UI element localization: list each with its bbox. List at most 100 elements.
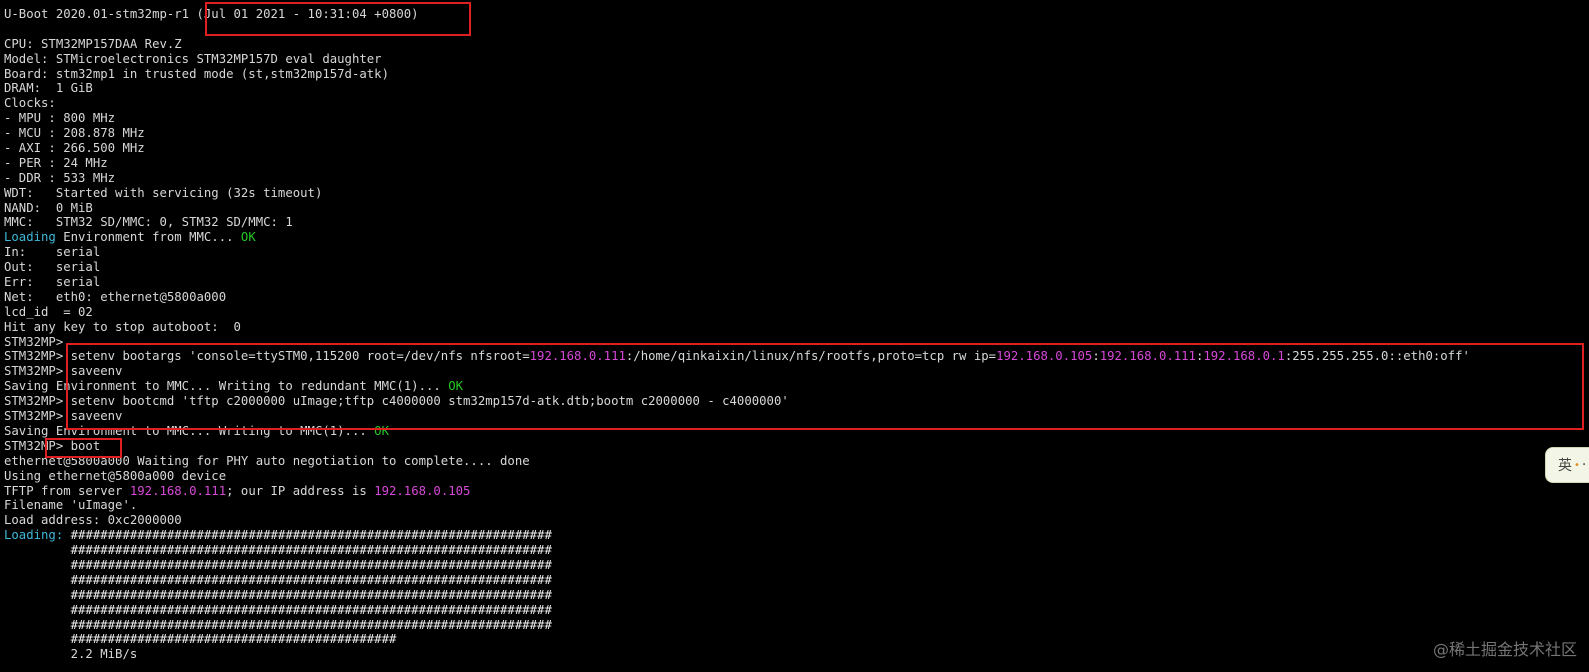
terminal-text-segment: STM32MP> <box>4 334 64 349</box>
terminal-output: U-Boot 2020.01-stm32mp-r1 (Jul 01 2021 -… <box>4 7 1589 662</box>
terminal-line: Load address: 0xc2000000 <box>4 513 1589 528</box>
terminal-text-segment: Model: STMicroelectronics STM32MP157D ev… <box>4 51 382 66</box>
terminal-line: WDT: Started with servicing (32s timeout… <box>4 186 1589 201</box>
terminal-text-segment: STM32MP> setenv bootargs 'console=ttySTM… <box>4 349 530 364</box>
terminal-text-segment: - MPU : 800 MHz <box>4 111 116 126</box>
terminal-text-segment: Environment from MMC... <box>55 230 241 245</box>
terminal-text-segment: lcd_id = 02 <box>4 304 93 319</box>
terminal-text-segment: ########################################… <box>4 617 552 632</box>
terminal-text-segment: Err: serial <box>4 275 101 290</box>
terminal-line: 2.2 MiB/s <box>4 647 1589 662</box>
terminal-text-segment: OK <box>374 423 389 438</box>
terminal-line: Clocks: <box>4 96 1589 111</box>
terminal-line: STM32MP> boot <box>4 439 1589 454</box>
terminal-line: ########################################… <box>4 603 1589 618</box>
terminal-text-segment: Loading: <box>4 528 64 543</box>
ime-dot-icon: • <box>1574 459 1580 471</box>
terminal-text-segment: Clocks: <box>4 96 56 111</box>
terminal-text-segment: TFTP from server <box>4 483 130 498</box>
terminal-text-segment: Load address: 0xc2000000 <box>4 513 182 528</box>
terminal-line: - PER : 24 MHz <box>4 156 1589 171</box>
terminal-line: NAND: 0 MiB <box>4 201 1589 216</box>
terminal-line: ethernet@5800a000 Waiting for PHY auto n… <box>4 454 1589 469</box>
terminal-line: Saving Environment to MMC... Writing to … <box>4 379 1589 394</box>
terminal-text-segment: In: serial <box>4 245 101 260</box>
terminal-line: Net: eth0: ethernet@5800a000 <box>4 290 1589 305</box>
terminal-text-segment: 192.168.0.105 <box>996 349 1093 364</box>
terminal-text-segment: 192.168.0.111 <box>1099 349 1196 364</box>
terminal-line: Saving Environment to MMC... Writing to … <box>4 424 1589 439</box>
terminal-line: - AXI : 266.500 MHz <box>4 141 1589 156</box>
terminal-line: ########################################… <box>4 558 1589 573</box>
terminal-line: Err: serial <box>4 275 1589 290</box>
terminal-line: ########################################… <box>4 632 1589 647</box>
terminal-line: Hit any key to stop autoboot: 0 <box>4 320 1589 335</box>
terminal-text-segment: STM32MP> setenv bootcmd 'tftp c2000000 u… <box>4 394 789 409</box>
terminal-text-segment: :255.255.255.0::eth0:off' <box>1284 349 1470 364</box>
terminal-line: ########################################… <box>4 573 1589 588</box>
terminal-text-segment: OK <box>448 379 464 394</box>
terminal-line: Model: STMicroelectronics STM32MP157D ev… <box>4 52 1589 67</box>
terminal-text-segment: - DDR : 533 MHz <box>4 170 116 185</box>
ime-extra-label: · <box>1581 457 1587 473</box>
terminal-text-segment: OK <box>240 230 256 245</box>
terminal-text-segment: - AXI : 266.500 MHz <box>4 141 145 156</box>
terminal-line: STM32MP> setenv bootcmd 'tftp c2000000 u… <box>4 394 1589 409</box>
watermark: @稀土掘金技术社区 <box>1432 640 1577 659</box>
terminal-text-segment: MMC: STM32 SD/MMC: 0, STM32 SD/MMC: 1 <box>4 215 293 230</box>
terminal-text-segment: Net: eth0: ethernet@5800a000 <box>4 289 227 304</box>
terminal-text-segment: - PER : 24 MHz <box>4 155 108 170</box>
terminal-line: STM32MP> saveenv <box>4 409 1589 424</box>
terminal-text-segment: 192.168.0.1 <box>1203 349 1285 364</box>
terminal-line: STM32MP> setenv bootargs 'console=ttySTM… <box>4 349 1589 364</box>
terminal-text-segment: STM32MP> boot <box>4 438 101 453</box>
terminal-line: Using ethernet@5800a000 device <box>4 469 1589 484</box>
terminal-line: Out: serial <box>4 260 1589 275</box>
terminal-text-segment: Board: stm32mp1 in trusted mode (st,stm3… <box>4 66 389 81</box>
terminal-line: lcd_id = 02 <box>4 305 1589 320</box>
terminal-text-segment: 192.168.0.111 <box>529 349 626 364</box>
terminal-text-segment: Loading <box>4 230 56 245</box>
terminal-line: Filename 'uImage'. <box>4 498 1589 513</box>
terminal-text-segment: ; our IP address is <box>226 483 375 498</box>
terminal-text-segment: WDT: Started with servicing (32s timeout… <box>4 185 323 200</box>
terminal-text-segment: ########################################… <box>4 572 552 587</box>
terminal-text-segment: DRAM: 1 GiB <box>4 81 93 96</box>
terminal-text-segment: NAND: 0 MiB <box>4 200 93 215</box>
terminal-text-segment: - MCU : 208.878 MHz <box>4 126 145 141</box>
terminal-line: ########################################… <box>4 618 1589 633</box>
terminal-line: In: serial <box>4 245 1589 260</box>
terminal-line: Board: stm32mp1 in trusted mode (st,stm3… <box>4 67 1589 82</box>
terminal-window[interactable]: U-Boot 2020.01-stm32mp-r1 (Jul 01 2021 -… <box>0 0 1589 672</box>
terminal-line: TFTP from server 192.168.0.111; our IP a… <box>4 484 1589 499</box>
terminal-line: U-Boot 2020.01-stm32mp-r1 (Jul 01 2021 -… <box>4 7 1589 22</box>
terminal-text-segment: 192.168.0.105 <box>374 483 471 498</box>
terminal-line: Loading: ###############################… <box>4 528 1589 543</box>
terminal-line: - MCU : 208.878 MHz <box>4 126 1589 141</box>
terminal-text-segment: U-Boot 2020.01-stm32mp-r1 (Jul 01 2021 -… <box>4 7 419 21</box>
terminal-text-segment: STM32MP> saveenv <box>4 364 123 379</box>
terminal-text-segment: Saving Environment to MMC... Writing to … <box>4 379 449 394</box>
terminal-text-segment: Saving Environment to MMC... Writing to … <box>4 423 375 438</box>
terminal-text-segment: CPU: STM32MP157DAA Rev.Z <box>4 36 182 51</box>
terminal-text-segment: ########################################… <box>4 587 552 602</box>
terminal-line: STM32MP> <box>4 335 1589 350</box>
terminal-line: MMC: STM32 SD/MMC: 0, STM32 SD/MMC: 1 <box>4 215 1589 230</box>
terminal-text-segment: ethernet@5800a000 Waiting for PHY auto n… <box>4 453 530 468</box>
terminal-line: STM32MP> saveenv <box>4 364 1589 379</box>
terminal-text-segment: 2.2 MiB/s <box>4 647 138 662</box>
terminal-line: Loading Environment from MMC... OK <box>4 230 1589 245</box>
terminal-text-segment: ########################################… <box>63 528 552 543</box>
terminal-line: - MPU : 800 MHz <box>4 111 1589 126</box>
terminal-text-segment: STM32MP> saveenv <box>4 409 123 424</box>
terminal-text-segment: Using ethernet@5800a000 device <box>4 468 227 483</box>
ime-language-label: 英 <box>1558 458 1572 474</box>
terminal-text-segment: ########################################… <box>4 632 397 647</box>
terminal-text-segment: : <box>1092 349 1100 364</box>
terminal-line: DRAM: 1 GiB <box>4 81 1589 96</box>
terminal-line: - DDR : 533 MHz <box>4 171 1589 186</box>
ime-status-widget[interactable]: 英 • · <box>1545 447 1589 483</box>
terminal-text-segment: ########################################… <box>4 602 552 617</box>
terminal-line: CPU: STM32MP157DAA Rev.Z <box>4 37 1589 52</box>
